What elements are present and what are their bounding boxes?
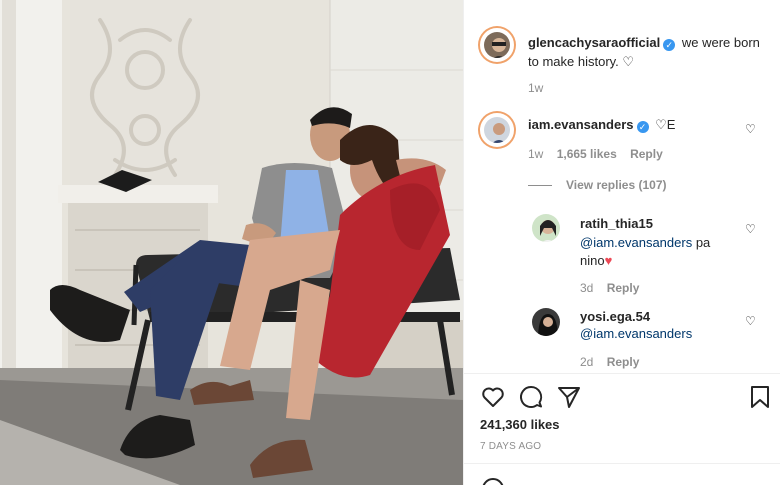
reply-button[interactable]: Reply bbox=[630, 147, 663, 161]
bookmark-icon[interactable] bbox=[747, 384, 773, 410]
reply-time: 2d bbox=[580, 355, 594, 369]
comment-text: ♡E bbox=[655, 117, 676, 132]
red-heart-icon: ♥ bbox=[604, 253, 613, 268]
section-divider bbox=[464, 373, 780, 374]
reply-text-2: nino bbox=[580, 253, 605, 268]
comment-avatar-evansanders[interactable] bbox=[480, 113, 514, 147]
reply-2-meta: 2d Reply bbox=[580, 355, 639, 369]
reply-avatar-yosi[interactable] bbox=[530, 306, 562, 338]
comment-username[interactable]: iam.evansanders bbox=[528, 117, 634, 132]
caption-block: glencachysaraofficial ✓ we were born to m… bbox=[528, 33, 773, 71]
heart-icon[interactable] bbox=[480, 384, 506, 410]
post-date: 7 DAYS AGO bbox=[480, 441, 542, 452]
reply-1-meta: 3d Reply bbox=[580, 281, 639, 295]
reply-button[interactable]: Reply bbox=[607, 355, 640, 369]
couple-on-bench-image bbox=[0, 0, 463, 485]
reply-time: 3d bbox=[580, 281, 594, 295]
reply-text: pa bbox=[695, 235, 711, 250]
reply-1-body: @iam.evansanders pa nino♥ bbox=[580, 234, 740, 270]
caption-time: 1w bbox=[528, 81, 544, 95]
caption-avatar[interactable] bbox=[480, 28, 514, 62]
reply-avatar-ratih[interactable] bbox=[530, 212, 562, 244]
comment-1: iam.evansanders ✓ ♡E bbox=[528, 117, 675, 133]
section-divider bbox=[464, 463, 780, 464]
paper-plane-icon[interactable] bbox=[556, 384, 582, 410]
post-photo[interactable] bbox=[0, 0, 463, 485]
mention-link[interactable]: @iam.evansanders bbox=[580, 326, 692, 341]
reply-button[interactable]: Reply bbox=[607, 281, 640, 295]
post-likes-count[interactable]: 241,360 likes bbox=[480, 417, 560, 432]
caption-username[interactable]: glencachysaraofficial bbox=[528, 35, 660, 50]
view-replies-button[interactable]: View replies (107) bbox=[566, 178, 667, 192]
comment-time: 1w bbox=[528, 147, 544, 161]
reply-username[interactable]: ratih_thia15 bbox=[580, 216, 653, 231]
emoji-smile-icon[interactable] bbox=[480, 476, 506, 485]
post-side-panel: glencachysaraofficial ✓ we were born to m… bbox=[463, 0, 780, 485]
comment-like-heart-icon[interactable]: ♡ bbox=[745, 122, 756, 136]
divider-line bbox=[528, 185, 552, 186]
mention-link[interactable]: @iam.evansanders bbox=[580, 235, 692, 250]
reply-like-heart-icon[interactable]: ♡ bbox=[745, 314, 756, 328]
comment-1-meta: 1w 1,665 likes Reply bbox=[528, 147, 663, 161]
heart-emoji-icon: ♡ bbox=[622, 54, 635, 69]
comment-icon[interactable] bbox=[518, 384, 544, 410]
comment-likes[interactable]: 1,665 likes bbox=[557, 147, 617, 161]
reply-2-body: @iam.evansanders bbox=[580, 326, 692, 341]
verified-badge-icon: ✓ bbox=[663, 39, 676, 51]
reply-like-heart-icon[interactable]: ♡ bbox=[745, 222, 756, 236]
verified-badge-icon: ✓ bbox=[636, 121, 649, 133]
reply-username[interactable]: yosi.ega.54 bbox=[580, 309, 650, 324]
